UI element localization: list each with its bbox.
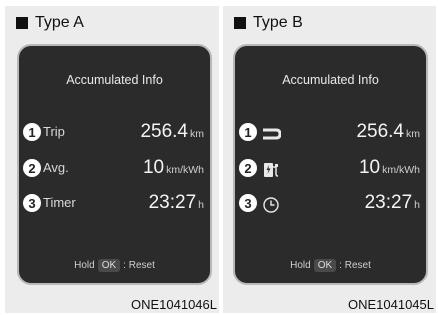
timer-row: 3 Timer 23:27 h [23, 192, 204, 218]
hold-reset-hint: Hold OK : Reset [235, 259, 426, 272]
charging-station-icon [264, 163, 279, 177]
square-bullet-icon [234, 17, 246, 29]
callout-number: 1 [239, 123, 257, 141]
square-bullet-icon [16, 17, 28, 29]
avg-value: 10 [142, 157, 165, 178]
panel-title: Type A [16, 13, 84, 33]
road-icon [263, 128, 281, 140]
hold-reset-hint: Hold OK : Reset [19, 259, 210, 272]
panel-title: Type B [234, 13, 303, 33]
panel-type-a: Type A Accumulated Info 1 Trip 256.4 km … [5, 6, 219, 313]
avg-row: 2 Avg. 10 km/kWh [23, 157, 204, 183]
panel-type-b: Type B Accumulated Info 1 256.4 km 2 10 … [223, 6, 436, 313]
timer-row: 3 23:27 h [239, 192, 420, 218]
callout-number: 3 [23, 194, 41, 212]
timer-value: 23:27 [364, 192, 413, 213]
cluster-screen: Accumulated Info 1 Trip 256.4 km 2 Avg. … [17, 44, 212, 285]
trip-unit: km [190, 128, 204, 140]
avg-unit: km/kWh [166, 164, 204, 176]
screen-title: Accumulated Info [66, 73, 163, 87]
trip-row: 1 256.4 km [239, 121, 420, 147]
callout-number: 3 [239, 194, 257, 212]
timer-unit: h [414, 199, 420, 211]
ok-button-glyph: OK [313, 259, 337, 272]
trip-value: 256.4 [140, 121, 188, 142]
callout-number: 1 [23, 123, 41, 141]
callout-number: 2 [23, 159, 41, 177]
reset-text: : Reset [339, 260, 371, 271]
figure-code: ONE1041046L [130, 297, 217, 312]
trip-value: 256.4 [356, 121, 404, 142]
trip-label: Trip [43, 124, 65, 139]
avg-row: 2 10 km/kWh [239, 157, 420, 183]
panel-title-text: Type B [253, 14, 303, 31]
trip-unit: km [406, 128, 420, 140]
figure-code: ONE1041045L [347, 297, 434, 312]
screen-title: Accumulated Info [282, 73, 379, 87]
hold-text: Hold [74, 260, 95, 271]
ok-button-glyph: OK [97, 259, 121, 272]
clock-icon [263, 197, 279, 213]
cluster-screen: Accumulated Info 1 256.4 km 2 10 km/kWh … [233, 44, 428, 285]
trip-row: 1 Trip 256.4 km [23, 121, 204, 147]
timer-value: 23:27 [148, 192, 197, 213]
avg-value: 10 [358, 157, 381, 178]
reset-text: : Reset [123, 260, 155, 271]
hold-text: Hold [290, 260, 311, 271]
callout-number: 2 [239, 159, 257, 177]
timer-unit: h [198, 199, 204, 211]
timer-label: Timer [43, 195, 76, 210]
avg-label: Avg. [43, 160, 69, 175]
avg-unit: km/kWh [382, 164, 420, 176]
panel-title-text: Type A [35, 14, 84, 31]
